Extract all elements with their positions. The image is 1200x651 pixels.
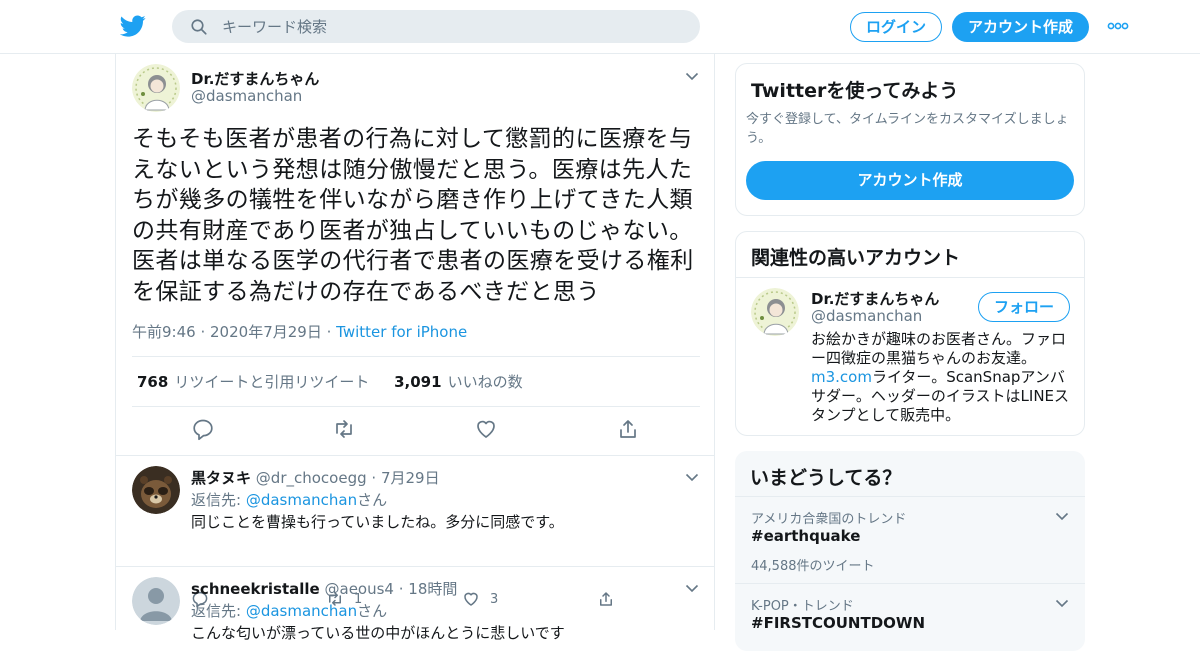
avatar[interactable] [751, 288, 799, 336]
signup-card-description: 今すぐ登録して、タイムラインをカスタマイズしましょう。 [746, 112, 1069, 146]
chevron-down-icon[interactable] [685, 473, 699, 482]
reply-text: 同じことを曹操も行っていましたね。多分に同感です。 [191, 513, 564, 531]
reply-to-link[interactable]: @dasmanchan [246, 602, 357, 620]
trend-name[interactable]: #earthquake [751, 527, 860, 545]
reply-to-suffix: さん [357, 602, 388, 620]
reply-header: 黒タヌキ @dr_chocoegg · 7月29日 [191, 469, 440, 487]
related-accounts-title: 関連性の高いアカウント [751, 247, 961, 269]
divider [736, 277, 1084, 278]
more-dots-icon[interactable] [1107, 22, 1129, 30]
reply-to-suffix: さん [357, 491, 388, 509]
related-account-name[interactable]: Dr.だすまんちゃん [811, 288, 939, 309]
share-icon[interactable] [616, 417, 640, 441]
reply-tweet[interactable]: 黒タヌキ @dr_chocoegg · 7月29日 返信先: @dasmanch… [116, 456, 714, 608]
search-input[interactable] [222, 15, 682, 38]
search-box[interactable] [172, 10, 700, 43]
tweet-text: そもそも医者が患者の行為に対して懲罰的に医療を与えないという発想は随分傲慢だと思… [132, 126, 694, 305]
retweet-count: 768 [137, 373, 169, 391]
related-accounts-card: 関連性の高いアカウント Dr.だすまんちゃん @dasmanchan フォロー … [735, 231, 1085, 436]
tweet-timestamp: 午前9:46 · 2020年7月29日 · Twitter for iPhone [132, 323, 468, 341]
signup-card-title: Twitterを使ってみよう [751, 80, 959, 102]
avatar[interactable] [132, 577, 180, 625]
bio-link[interactable]: m3.com [811, 368, 872, 386]
twitter-bird-icon[interactable] [120, 13, 146, 39]
top-navigation-bar: ログイン アカウント作成 [0, 0, 1200, 54]
trends-card: いまどうしてる？ アメリカ合衆国のトレンド #earthquake 44,588… [735, 451, 1085, 651]
heart-icon[interactable] [474, 417, 498, 441]
reply-icon[interactable] [191, 417, 215, 441]
divider [735, 583, 1085, 584]
divider [132, 406, 700, 407]
reply-time[interactable]: 7月29日 [381, 469, 440, 487]
trend-count: 44,588件のツイート [751, 559, 875, 574]
reply-time[interactable]: 18時間 [408, 580, 457, 598]
search-icon [190, 18, 208, 36]
trend-name[interactable]: #FIRSTCOUNTDOWN [751, 614, 925, 632]
chevron-down-icon[interactable] [685, 584, 699, 593]
chevron-down-icon[interactable] [685, 72, 699, 81]
tweet-date[interactable]: 2020年7月29日 [210, 323, 322, 341]
login-button[interactable]: ログイン [850, 12, 942, 42]
retweet-icon[interactable] [332, 417, 356, 441]
tweet-source-link[interactable]: Twitter for iPhone [336, 323, 467, 341]
reply-author-handle[interactable]: @dr_chocoegg [256, 469, 367, 487]
reply-text: こんな匂いが漂っている世の中がほんとうに悲しいです [191, 624, 565, 642]
signup-button[interactable]: アカウント作成 [952, 12, 1089, 42]
reply-to-line: 返信先: @dasmanchanさん [191, 489, 387, 510]
avatar[interactable] [132, 466, 180, 514]
tweet-author-handle[interactable]: @dasmanchan [191, 87, 302, 105]
tweet-time[interactable]: 午前9:46 [132, 323, 196, 341]
reply-author-name[interactable]: schneekristalle [191, 580, 320, 598]
bio-text: お絵かきが趣味のお医者さん。ファロー四徴症の黒猫ちゃんのお友達。 [811, 330, 1067, 367]
follow-button[interactable]: フォロー [978, 292, 1070, 322]
related-account-bio: お絵かきが趣味のお医者さん。ファロー四徴症の黒猫ちゃんのお友達。m3.comライ… [811, 330, 1076, 425]
reply-author-handle[interactable]: @aeous4 [325, 580, 394, 598]
tweet-actions [116, 417, 716, 447]
reply-to-prefix: 返信先: [191, 602, 246, 620]
like-count: 3,091 [394, 373, 442, 391]
chevron-down-icon[interactable] [1055, 512, 1069, 521]
trend-context: K-POP・トレンド [751, 599, 854, 614]
signup-card: Twitterを使ってみよう 今すぐ登録して、タイムラインをカスタマイズしましょ… [735, 63, 1085, 216]
reply-to-line: 返信先: @dasmanchanさん [191, 600, 387, 621]
retweet-stat-label: リツイートと引用リツイート [174, 373, 370, 391]
trends-title: いまどうしてる？ [750, 467, 902, 489]
reply-author-name[interactable]: 黒タヌキ [191, 469, 251, 487]
reply-tweet[interactable]: schneekristalle @aeous4 · 18時間 返信先: @das… [116, 567, 714, 642]
retweet-stat[interactable]: 768 リツイートと引用リツイート [137, 373, 369, 391]
chevron-down-icon[interactable] [1055, 599, 1069, 608]
avatar[interactable] [132, 64, 180, 112]
trend-context: アメリカ合衆国のトレンド [751, 512, 907, 527]
related-account-handle[interactable]: @dasmanchan [811, 307, 922, 325]
reply-header: schneekristalle @aeous4 · 18時間 [191, 580, 458, 598]
like-stat-label: いいねの数 [447, 373, 523, 391]
divider [735, 496, 1085, 497]
tweet-author-name[interactable]: Dr.だすまんちゃん [191, 68, 319, 89]
divider [132, 356, 700, 357]
tweet-column: Dr.だすまんちゃん @dasmanchan そもそも医者が患者の行為に対して懲… [115, 54, 716, 642]
create-account-button[interactable]: アカウント作成 [746, 161, 1074, 200]
reply-to-prefix: 返信先: [191, 491, 246, 509]
tweet-stats: 768 リツイートと引用リツイート 3,091 いいねの数 [137, 371, 523, 392]
like-stat[interactable]: 3,091 いいねの数 [394, 373, 522, 391]
reply-to-link[interactable]: @dasmanchan [246, 491, 357, 509]
